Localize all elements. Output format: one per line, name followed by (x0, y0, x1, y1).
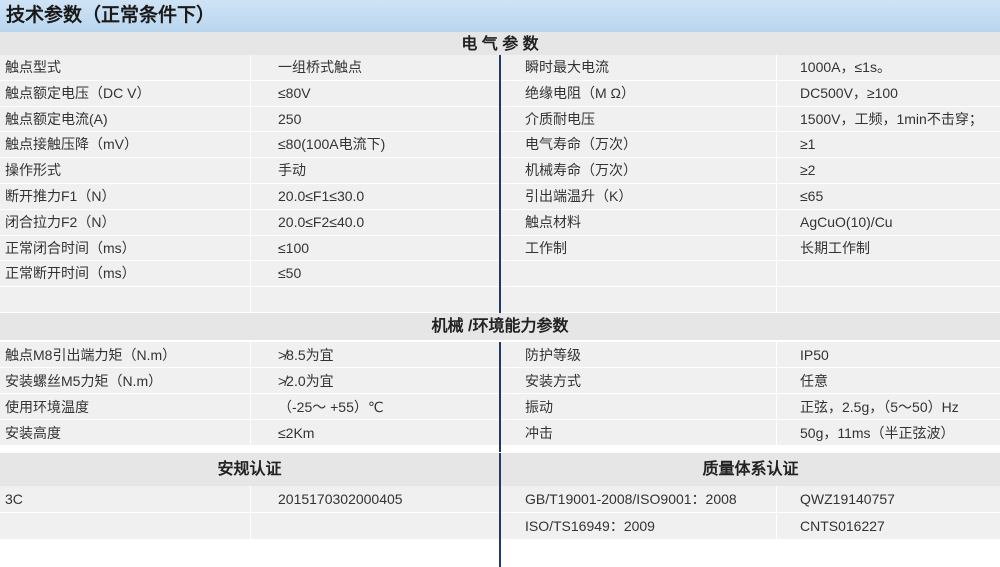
mechanical-param-name: 安装螺丝M5力矩（N.m） (5, 373, 163, 389)
electrical-param-name: 绝缘电阻（M Ω） (525, 84, 636, 101)
electrical-param-value: 长期工作制 (800, 239, 870, 256)
electrical-param-name: 正常断开时间（ms） (5, 265, 136, 282)
electrical-param-value: ≤100 (278, 239, 310, 256)
certification-param-name: 3C (5, 491, 23, 507)
electrical-param-name: 操作形式 (5, 162, 61, 179)
electrical-param-value: 1000A，≤1s。 (800, 59, 891, 75)
column-divider (499, 55, 501, 313)
electrical-param-value: AgCuO(10)/Cu (800, 213, 893, 230)
electrical-param-name: 引出端温升（K） (525, 188, 633, 204)
electrical-param-value: ≤65 (800, 188, 824, 204)
electrical-param-name: 触点额定电流(A) (5, 110, 108, 127)
mechanical-param-value: IP50 (800, 347, 829, 363)
mechanical-param-value: （-25～ +55）℃ (278, 399, 384, 415)
electrical-param-value: DC500V，≥100 (800, 84, 898, 101)
column-divider (250, 342, 251, 452)
column-divider (499, 453, 501, 486)
mechanical-param-name: 使用环境温度 (5, 399, 89, 415)
column-divider (776, 342, 777, 452)
mechanical-param-name: 安装高度 (5, 425, 61, 441)
mechanical-param-value: ≯8.5为宜 (278, 347, 334, 363)
electrical-param-value: 20.0≤F2≤40.0 (278, 213, 365, 230)
mechanical-param-value: 任意 (800, 373, 828, 389)
electrical-param-name: 正常闭合时间（ms） (5, 239, 136, 256)
certification-param-name: ISO/TS16949：2009 (525, 518, 655, 534)
mechanical-heading: 机械 /环境能力参数 (0, 313, 1000, 340)
electrical-param-name: 断开推力F1（N） (5, 188, 116, 204)
page-title: 技术参数（正常条件下） (0, 0, 1000, 32)
electrical-param-name: 瞬时最大电流 (525, 59, 609, 75)
certification-param-value: QWZ19140757 (800, 491, 895, 507)
column-divider (499, 486, 501, 567)
mechanical-param-name: 冲击 (525, 425, 553, 441)
column-divider (776, 486, 777, 567)
column-divider (776, 55, 777, 313)
electrical-param-value: 手动 (278, 162, 306, 179)
column-divider (499, 342, 501, 452)
mechanical-param-value: 50g，11ms（半正弦波） (800, 425, 955, 441)
certification-param-value: 2015170302000405 (278, 491, 403, 507)
column-divider (250, 55, 251, 313)
electrical-param-name: 机械寿命（万次） (525, 162, 637, 179)
mechanical-param-name: 触点M8引出端力矩（N.m） (5, 347, 177, 363)
electrical-param-name: 触点型式 (5, 59, 61, 75)
electrical-heading: 电 气 参 数 (0, 32, 1000, 57)
mechanical-param-name: 振动 (525, 399, 553, 415)
mechanical-param-name: 防护等级 (525, 347, 581, 363)
mechanical-param-name: 安装方式 (525, 373, 581, 389)
safety-cert-heading: 安规认证 (0, 453, 499, 486)
column-divider (250, 486, 251, 567)
certification-param-name: GB/T19001-2008/ISO9001：2008 (525, 491, 737, 507)
mechanical-param-value: 正弦，2.5g，（5～50）Hz (800, 399, 959, 415)
certification-param-value: CNTS016227 (800, 518, 885, 534)
electrical-param-name: 电气寿命（万次） (525, 136, 637, 153)
electrical-param-value: ≥1 (800, 136, 816, 153)
electrical-param-value: ≤50 (278, 265, 302, 282)
electrical-param-value: ≤80V (278, 84, 311, 101)
electrical-param-name: 触点额定电压（DC V） (5, 84, 151, 101)
electrical-param-value: ≤80(100A电流下) (278, 136, 386, 153)
electrical-param-name: 工作制 (525, 239, 567, 256)
electrical-param-name: 闭合拉力F2（N） (5, 213, 116, 230)
electrical-param-value: 20.0≤F1≤30.0 (278, 188, 365, 204)
electrical-param-value: ≥2 (800, 162, 816, 179)
electrical-param-value: 1500V，工频，1min不击穿； (800, 110, 983, 127)
electrical-param-value: 250 (278, 110, 302, 127)
electrical-param-value: 一组桥式触点 (278, 59, 362, 75)
mechanical-param-value: ≯2.0为宜 (278, 373, 334, 389)
electrical-param-name: 触点接触压降（mV） (5, 136, 138, 153)
quality-cert-heading: 质量体系认证 (501, 453, 1000, 486)
electrical-param-name: 介质耐电压 (525, 110, 595, 127)
electrical-param-name: 触点材料 (525, 213, 581, 230)
mechanical-param-value: ≤2Km (278, 425, 315, 441)
